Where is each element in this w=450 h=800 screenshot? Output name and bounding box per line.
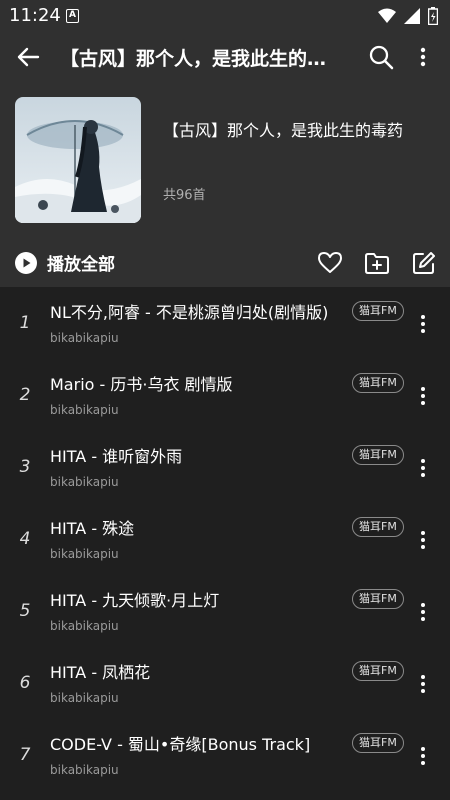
- song-title: NL不分,阿睿 - 不是桃源曾归处(剧情版): [50, 303, 329, 322]
- track-number: 5: [19, 601, 31, 621]
- more-vertical-icon[interactable]: [413, 601, 433, 623]
- source-badge: 猫耳FM: [352, 373, 404, 393]
- source-badge: 猫耳FM: [352, 733, 404, 753]
- more-vertical-icon[interactable]: [413, 457, 433, 479]
- play-circle-icon: [15, 251, 37, 274]
- page-title: 【古风】那个人，是我此生的…: [60, 48, 327, 70]
- status-time: 11:24: [9, 5, 61, 26]
- track-number: 4: [19, 529, 31, 549]
- list-item[interactable]: 3 HITA - 谁听窗外雨 bikabikapiu 猫耳FM: [0, 431, 450, 503]
- edit-icon[interactable]: [411, 250, 437, 276]
- signal-icon: [404, 8, 420, 24]
- notification-icon: A: [66, 9, 79, 23]
- more-vertical-icon[interactable]: [413, 529, 433, 551]
- source-badge: 猫耳FM: [352, 301, 404, 321]
- song-list: 1 NL不分,阿睿 - 不是桃源曾归处(剧情版) bikabikapiu 猫耳F…: [0, 287, 450, 791]
- action-bar: 播放全部: [0, 238, 450, 286]
- song-artist: bikabikapiu: [50, 691, 119, 705]
- song-artist: bikabikapiu: [50, 619, 119, 633]
- track-number: 6: [19, 673, 31, 693]
- song-title: Mario - 历书·乌衣 剧情版: [50, 375, 233, 394]
- more-vertical-icon[interactable]: [410, 42, 436, 72]
- song-artist: bikabikapiu: [50, 331, 119, 345]
- search-icon[interactable]: [366, 42, 396, 72]
- source-badge: 猫耳FM: [352, 445, 404, 465]
- battery-icon: [428, 7, 438, 25]
- song-title: HITA - 九天倾歌·月上灯: [50, 591, 220, 610]
- more-vertical-icon[interactable]: [413, 313, 433, 335]
- status-bar: 11:24 A: [0, 0, 450, 32]
- track-number: 3: [19, 457, 31, 477]
- list-item[interactable]: 1 NL不分,阿睿 - 不是桃源曾归处(剧情版) bikabikapiu 猫耳F…: [0, 287, 450, 359]
- more-vertical-icon[interactable]: [413, 385, 433, 407]
- folder-add-icon[interactable]: [364, 250, 390, 276]
- play-all-label: 播放全部: [47, 255, 115, 275]
- source-badge: 猫耳FM: [352, 661, 404, 681]
- song-title: CODE-V - 蜀山•奇缘[Bonus Track]: [50, 735, 311, 754]
- song-title: HITA - 谁听窗外雨: [50, 447, 183, 466]
- list-item[interactable]: 2 Mario - 历书·乌衣 剧情版 bikabikapiu 猫耳FM: [0, 359, 450, 431]
- list-item[interactable]: 5 HITA - 九天倾歌·月上灯 bikabikapiu 猫耳FM: [0, 575, 450, 647]
- heart-icon[interactable]: [317, 250, 343, 276]
- source-badge: 猫耳FM: [352, 517, 404, 537]
- play-all-button[interactable]: 播放全部: [15, 250, 115, 275]
- track-number: 2: [19, 385, 31, 405]
- song-artist: bikabikapiu: [50, 403, 119, 417]
- track-number: 7: [19, 745, 31, 765]
- song-title: HITA - 殊途: [50, 519, 135, 538]
- source-badge: 猫耳FM: [352, 589, 404, 609]
- song-count: 共96首: [163, 188, 206, 203]
- playlist-title: 【古风】那个人，是我此生的毒药: [163, 121, 404, 140]
- playlist-cover-image[interactable]: [15, 97, 141, 223]
- more-vertical-icon[interactable]: [413, 673, 433, 695]
- wifi-icon: [378, 8, 396, 23]
- song-title: HITA - 凤栖花: [50, 663, 151, 682]
- list-item[interactable]: 6 HITA - 凤栖花 bikabikapiu 猫耳FM: [0, 647, 450, 719]
- arrow-left-icon[interactable]: [12, 41, 44, 73]
- app-bar: 【古风】那个人，是我此生的…: [0, 32, 450, 82]
- song-artist: bikabikapiu: [50, 547, 119, 561]
- more-vertical-icon[interactable]: [413, 745, 433, 767]
- list-item[interactable]: 4 HITA - 殊途 bikabikapiu 猫耳FM: [0, 503, 450, 575]
- song-artist: bikabikapiu: [50, 763, 119, 777]
- list-item[interactable]: 7 CODE-V - 蜀山•奇缘[Bonus Track] bikabikapi…: [0, 719, 450, 791]
- track-number: 1: [19, 313, 31, 333]
- song-artist: bikabikapiu: [50, 475, 119, 489]
